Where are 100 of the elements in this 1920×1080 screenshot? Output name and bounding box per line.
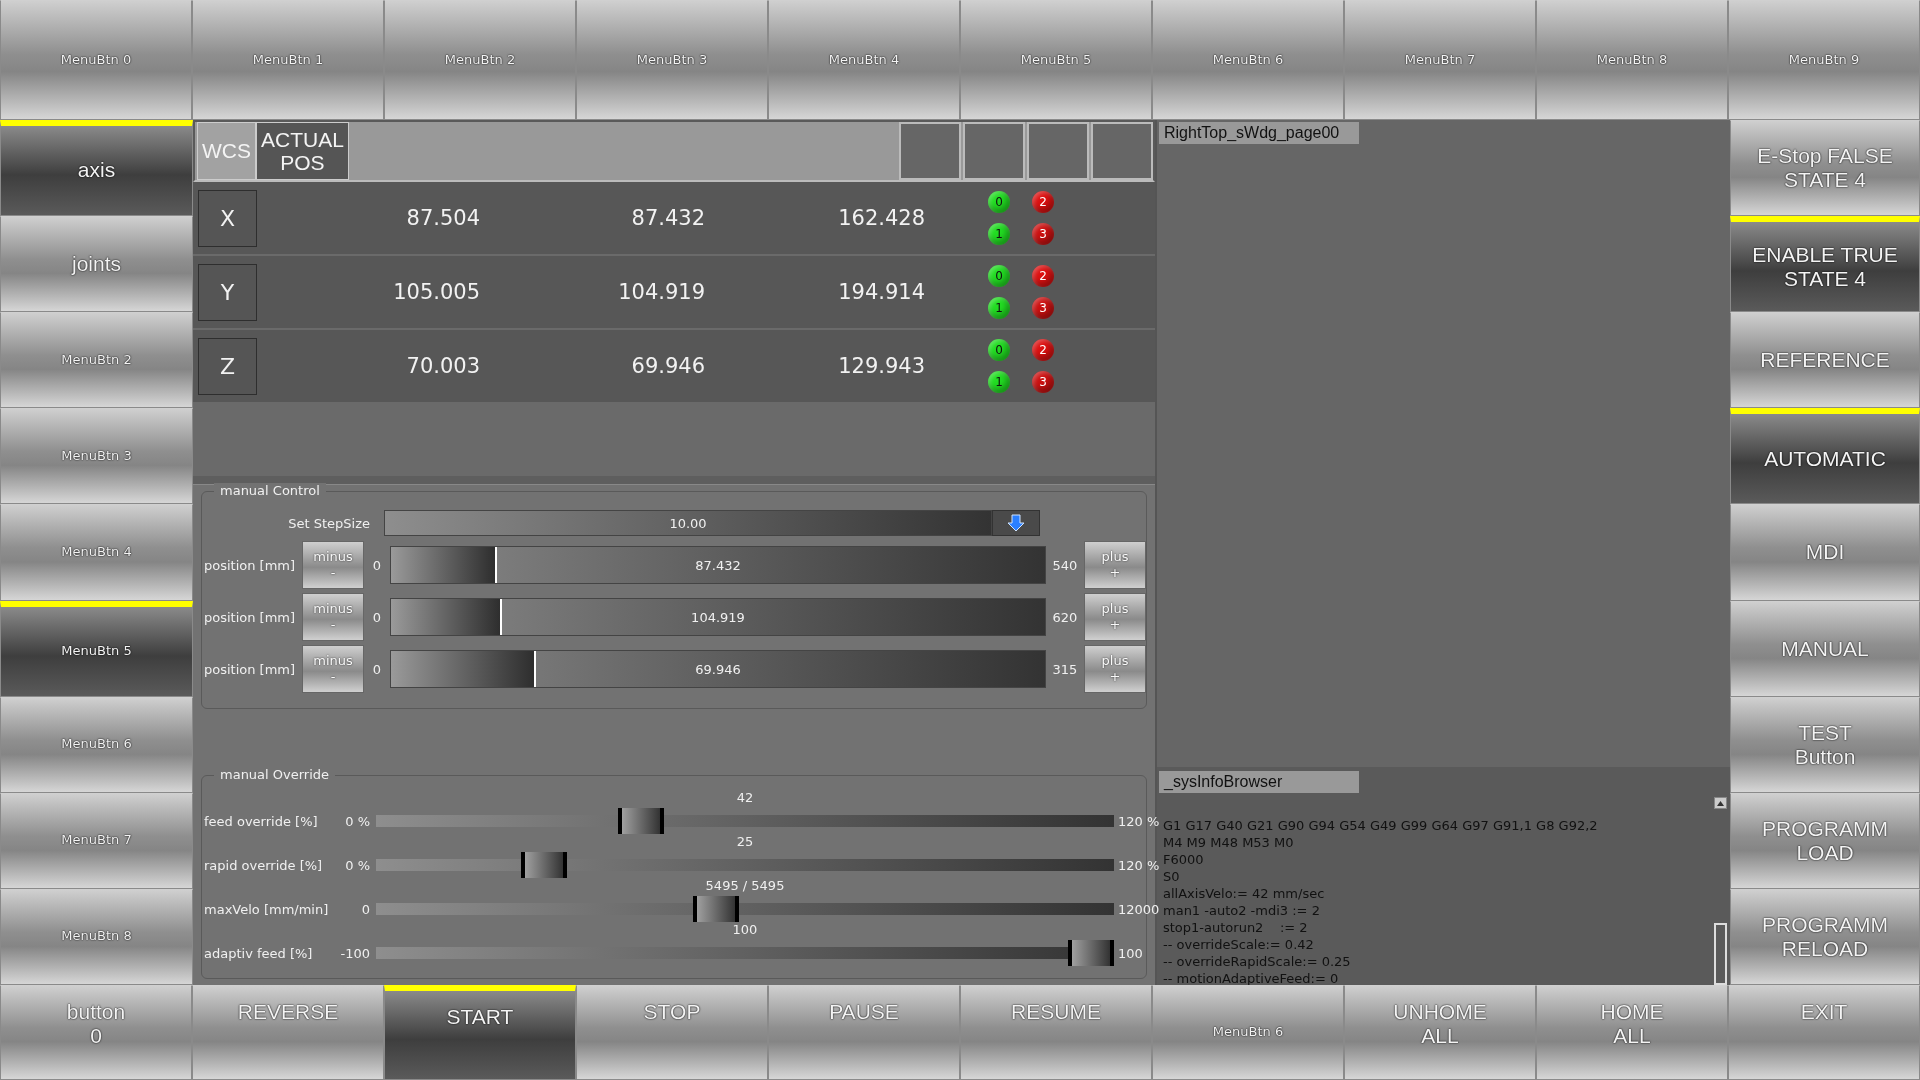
- menu-button[interactable]: HOME ALL: [1536, 985, 1728, 1080]
- status-led: 3: [1032, 297, 1054, 319]
- menu-button[interactable]: MenuBtn 6: [1152, 985, 1344, 1080]
- min-label: 0: [371, 661, 383, 677]
- menu-button[interactable]: MenuBtn 5: [0, 600, 193, 697]
- row-label: position [mm]: [204, 609, 297, 625]
- plus-button[interactable]: plus +: [1084, 593, 1146, 641]
- minus-button[interactable]: minus -: [302, 645, 364, 693]
- status-led: 0: [988, 339, 1010, 361]
- minus-button[interactable]: minus -: [302, 593, 364, 641]
- row-label: position [mm]: [204, 557, 297, 573]
- max-label: 620: [1051, 609, 1079, 625]
- slider-value: 87.432: [695, 557, 741, 573]
- menu-button[interactable]: START: [384, 985, 576, 1080]
- slider-value: 25: [735, 834, 755, 850]
- row-label: adaptiv feed [%]: [204, 945, 313, 961]
- axis-value: 129.943: [837, 354, 925, 378]
- max-label: 540: [1051, 557, 1079, 573]
- info-line: -- overrideRapidScale:= 0.25: [1163, 953, 1352, 970]
- slider-value: 69.946: [695, 661, 741, 677]
- menu-button[interactable]: MenuBtn 8: [0, 888, 193, 985]
- status-led: 2: [1032, 265, 1054, 287]
- info-line: S0: [1163, 868, 1181, 885]
- status-led: 0: [988, 191, 1010, 213]
- menu-button[interactable]: MenuBtn 3: [0, 408, 193, 505]
- slider-handle[interactable]: [521, 852, 568, 878]
- scroll-up-button[interactable]: [1714, 797, 1727, 809]
- menu-button[interactable]: PROGRAMM RELOAD: [1730, 888, 1920, 985]
- scrollbar-thumb[interactable]: [1714, 923, 1727, 985]
- menu-button[interactable]: MenuBtn 2: [0, 312, 193, 409]
- menu-button[interactable]: ENABLE TRUE STATE 4: [1730, 216, 1920, 313]
- menu-button[interactable]: MenuBtn 7: [0, 792, 193, 889]
- slider-handle[interactable]: [1068, 940, 1114, 966]
- menu-button[interactable]: MenuBtn 5: [960, 0, 1152, 120]
- max-label: 315: [1051, 661, 1079, 677]
- up-arrow-icon: [1717, 800, 1724, 806]
- axis-value: 162.428: [837, 206, 925, 230]
- menu-button[interactable]: MDI: [1730, 504, 1920, 601]
- row-label: maxVelo [mm/min]: [204, 901, 329, 917]
- down-arrow-icon: [1006, 513, 1026, 533]
- menu-button[interactable]: REVERSE: [192, 985, 384, 1080]
- minus-button[interactable]: minus -: [302, 541, 364, 589]
- menu-button[interactable]: button 0: [0, 985, 192, 1080]
- menu-button[interactable]: MenuBtn 0: [0, 0, 192, 120]
- menu-button[interactable]: MenuBtn 7: [1344, 0, 1536, 120]
- plus-button[interactable]: plus +: [1084, 541, 1146, 589]
- header-tab[interactable]: WCS: [197, 122, 256, 180]
- slider-value: 100: [731, 922, 759, 938]
- menu-button[interactable]: MenuBtn 2: [384, 0, 576, 120]
- position-slider[interactable]: 69.946: [390, 650, 1046, 688]
- axis-value: 194.914: [837, 280, 925, 304]
- info-line: M4 M9 M48 M53 M0: [1163, 834, 1295, 851]
- menu-button[interactable]: MenuBtn 4: [0, 504, 193, 601]
- slider-value: 5495 / 5495: [704, 878, 786, 894]
- splitter-handle[interactable]: [193, 476, 1155, 485]
- menu-button[interactable]: RESUME: [960, 985, 1152, 1080]
- menu-button[interactable]: MenuBtn 4: [768, 0, 960, 120]
- slider-handle[interactable]: [618, 808, 665, 834]
- max-label: 100: [1118, 945, 1143, 961]
- slider-handle[interactable]: [692, 896, 739, 922]
- info-line: allAxisVelo:= 42 mm/sec: [1163, 885, 1326, 902]
- info-line: G1 G17 G40 G21 G90 G94 G54 G49 G99 G64 G97 G91,1 G8 G92,2: [1163, 817, 1599, 834]
- info-line: man1 -auto2 -mdi3 := 2: [1163, 902, 1321, 919]
- header-tab[interactable]: ACTUAL POS: [256, 122, 349, 180]
- menu-button[interactable]: MANUAL: [1730, 600, 1920, 697]
- info-line: F6000: [1163, 851, 1205, 868]
- position-slider[interactable]: 87.432: [390, 546, 1046, 584]
- menu-button[interactable]: AUTOMATIC: [1730, 408, 1920, 505]
- menu-button[interactable]: MenuBtn 6: [1152, 0, 1344, 120]
- panel-title: RightTop_sWdg_page00: [1159, 122, 1359, 144]
- menu-button[interactable]: MenuBtn 1: [192, 0, 384, 120]
- max-label: 12000: [1118, 901, 1160, 917]
- max-label: 120 %: [1118, 813, 1160, 829]
- menu-button[interactable]: E-Stop FALSE STATE 4: [1730, 120, 1920, 217]
- menu-button[interactable]: UNHOME ALL: [1344, 985, 1536, 1080]
- menu-button[interactable]: EXIT: [1728, 985, 1920, 1080]
- status-led: 1: [988, 223, 1010, 245]
- dropdown-button[interactable]: [992, 510, 1040, 536]
- position-slider[interactable]: 104.919: [390, 598, 1046, 636]
- menu-button[interactable]: MenuBtn 6: [0, 696, 193, 793]
- min-label: 0: [371, 557, 383, 573]
- menu-button[interactable]: axis: [0, 120, 193, 217]
- menu-button[interactable]: MenuBtn 8: [1536, 0, 1728, 120]
- min-label: -100: [340, 945, 370, 961]
- status-led: 0: [988, 265, 1010, 287]
- menu-button[interactable]: joints: [0, 216, 193, 313]
- max-label: 120 %: [1118, 857, 1160, 873]
- menu-button[interactable]: MenuBtn 9: [1728, 0, 1920, 120]
- min-label: 0: [371, 609, 383, 625]
- menu-button[interactable]: PAUSE: [768, 985, 960, 1080]
- step-dropdown[interactable]: 10.00: [384, 510, 992, 536]
- group-title: manual Control: [214, 483, 326, 498]
- plus-button[interactable]: plus +: [1084, 645, 1146, 693]
- menu-button[interactable]: TEST Button: [1730, 696, 1920, 793]
- row-label: rapid override [%]: [204, 857, 323, 873]
- menu-button[interactable]: PROGRAMM LOAD: [1730, 792, 1920, 889]
- axis-value: 105.005: [392, 280, 480, 304]
- menu-button[interactable]: MenuBtn 3: [576, 0, 768, 120]
- menu-button[interactable]: STOP: [576, 985, 768, 1080]
- menu-button[interactable]: REFERENCE: [1730, 312, 1920, 409]
